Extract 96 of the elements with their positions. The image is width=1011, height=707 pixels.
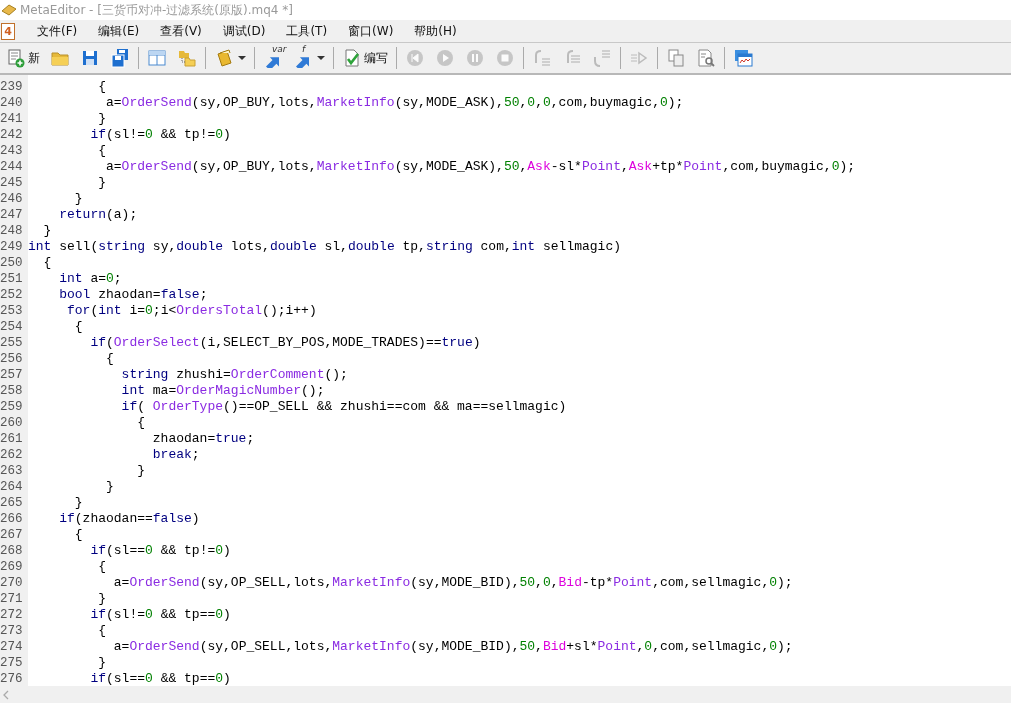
line-number: 265 [0,495,24,511]
line-number: 251 [0,271,24,287]
function-arrow-icon [296,56,309,68]
line-number: 259 [0,399,24,415]
menu-item[interactable]: 编辑(E) [88,22,151,40]
line-number: 271 [0,591,24,607]
code-line: } [73,495,83,511]
code-line: string zhushi=OrderComment(); [120,367,348,383]
code-line: int a=0; [58,271,122,287]
code-line: { [105,351,114,367]
toolbar-button[interactable]: 新 [1,45,45,71]
line-number: 263 [0,463,24,479]
menu-item[interactable]: 文件(F) [27,22,89,40]
line-number: 258 [0,383,24,399]
line-number: 273 [0,623,24,639]
code-line: { [97,559,106,575]
code-line: break; [151,447,200,463]
dropdown-button[interactable]: f [288,45,330,71]
code-line: int sell(string sy,double lots,double sl,double tp,string com,int sellmagic) [27,239,621,255]
menu-item[interactable]: 工具(T) [276,22,339,40]
line-number: 249 [0,239,24,255]
line-number: 244 [0,159,24,175]
code-line: a=OrderSend(sy,OP_BUY,lots,MarketInfo(sy,MODE_ASK),50,0,0,com,buymagic,0); [105,95,684,111]
code-line: if(sl==0 && tp!=0) [89,543,231,559]
scroll-left-icon[interactable] [3,689,9,700]
line-number: 270 [0,575,24,591]
code-line: if(zhaodan==false) [58,511,200,527]
app-logo-icon [1,2,17,18]
line-number: 246 [0,191,24,207]
code-line: if(OrderSelect(i,SELECT_BY_POS,MODE_TRADES)==true) [89,335,481,351]
menu-item[interactable]: 窗口(W) [338,22,405,40]
line-number: 248 [0,223,24,239]
code-line: } [97,591,106,607]
line-number: 269 [0,559,24,575]
code-line: a=OrderSend(sy,OP_SELL,lots,MarketInfo(sy,MODE_BID),50,Bid+sl*Point,0,com,sellmagic,0); [112,639,793,655]
line-number: 245 [0,175,24,191]
code-line: } [42,223,52,239]
line-number: 240 [0,95,24,111]
line-number: 253 [0,303,24,319]
code-line: } [105,479,114,495]
new-document-icon [6,48,26,68]
code-line: } [97,655,106,671]
code-line: { [42,255,52,271]
line-number: 268 [0,543,24,559]
caret-icon[interactable] [317,56,325,60]
line-number: 275 [0,655,24,671]
document-check-icon [342,48,362,68]
code-line: { [136,415,145,431]
line-number: 261 [0,431,24,447]
code-line: { [73,527,83,543]
caret-icon[interactable] [238,56,246,60]
menu-item[interactable]: 查看(V) [150,22,213,40]
code-line: bool zhaodan=false; [58,287,208,303]
code-line: if(sl==0 && tp==0) [89,671,231,686]
code-line: } [97,175,106,191]
line-number: 262 [0,447,24,463]
code-line: if(sl!=0 && tp!=0) [89,127,231,143]
line-number: 239 [0,79,24,95]
code-line: { [97,143,106,159]
line-number: 254 [0,319,24,335]
code-line: int ma=OrderMagicNumber(); [120,383,325,399]
line-number: 247 [0,207,24,223]
menu-item[interactable]: 调试(D) [212,22,277,40]
line-number: 264 [0,479,24,495]
line-number: 252 [0,287,24,303]
document-icon[interactable]: 4 [1,22,15,40]
line-number: 267 [0,527,24,543]
code-line: { [73,319,83,335]
code-line: if( OrderType()==OP_SELL && zhushi==com && ma==sellmagic) [120,399,567,415]
notebook-icon [214,48,234,68]
line-number: 266 [0,511,24,527]
code-line: if(sl!=0 && tp==0) [89,607,231,623]
line-number: 272 [0,607,24,623]
code-line: for(int i=0;i<OrdersTotal();i++) [66,303,317,319]
line-number: 274 [0,639,24,655]
toolbar-button[interactable]: 编写 [337,45,393,71]
line-number: 241 [0,111,24,127]
code-line: zhaodan=true; [151,431,255,447]
code-line: } [97,111,106,127]
menu-item[interactable]: 帮助(H) [404,22,468,40]
code-line: { [97,623,106,639]
line-number: 276 [0,671,24,686]
code-line: a=OrderSend(sy,OP_SELL,lots,MarketInfo(sy,MODE_BID),50,0,Bid-tp*Point,com,sellmagic,0); [112,575,793,591]
line-number: 243 [0,143,24,159]
line-number: 250 [0,255,24,271]
line-number: 257 [0,367,24,383]
line-number: 255 [0,335,24,351]
code-line: } [73,191,83,207]
line-number: 260 [0,415,24,431]
code-line: { [97,79,106,95]
line-number: 256 [0,351,24,367]
code-line: return(a); [58,207,138,223]
window-title: MetaEditor - [三货币对冲-过滤系统(原版).mq4 *] [20,1,293,19]
code-line: a=OrderSend(sy,OP_BUY,lots,MarketInfo(sy,MODE_ASK),50,Ask-sl*Point,Ask+tp*Point,com,buymagic,0); [105,159,856,175]
line-number: 242 [0,127,24,143]
code-line: } [136,463,145,479]
